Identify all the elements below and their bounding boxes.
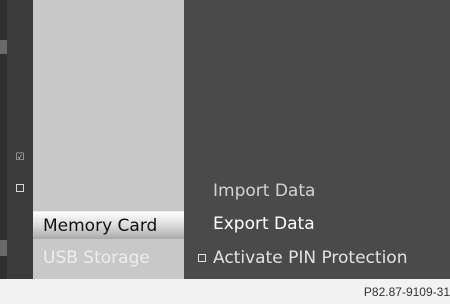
check-icon: ☑	[15, 152, 25, 163]
screen-edge-frame	[0, 0, 7, 279]
menu-item-import-data[interactable]: Import Data	[213, 180, 315, 202]
menu-item-export-data[interactable]: Export Data	[213, 213, 315, 235]
menu-item-label: Activate PIN Protection	[213, 248, 408, 268]
square-icon	[16, 184, 24, 192]
source-item-label: Memory Card	[43, 216, 158, 236]
edge-marker	[0, 40, 7, 54]
menu-item-activate-pin-protection[interactable]: Activate PIN Protection	[213, 247, 407, 269]
pin-protection-checkbox[interactable]	[198, 254, 206, 262]
source-item-label: USB Storage	[43, 248, 150, 268]
figure-reference-code: P82.87-9109-31	[363, 285, 450, 299]
menu-item-label: Import Data	[213, 181, 316, 201]
edge-marker	[0, 240, 7, 256]
display-screen: ☑ Memory Card USB Storage Import Data Ex…	[0, 0, 450, 279]
source-item-memory-card[interactable]: Memory Card	[33, 211, 184, 239]
source-item-usb-storage[interactable]: USB Storage	[33, 244, 184, 272]
status-icon-column	[7, 0, 33, 279]
menu-item-label: Export Data	[213, 214, 315, 234]
